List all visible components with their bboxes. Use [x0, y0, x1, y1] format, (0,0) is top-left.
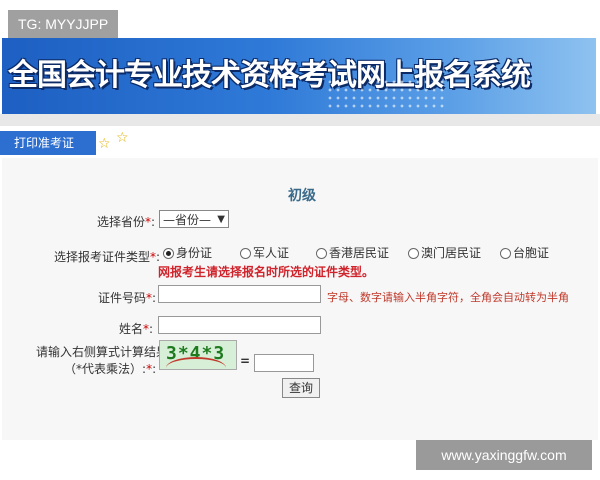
province-select[interactable]: —省份— ▼: [159, 210, 229, 228]
exam-level-title: 初级: [288, 188, 316, 204]
watermark-bottom-right: www.yaxinggfw.com: [416, 440, 592, 470]
name-label: 姓名*:: [119, 322, 154, 336]
province-label: 选择省份*:: [97, 215, 156, 229]
radio-icon: [240, 248, 251, 259]
id-type-warning: 网报考生请选择报名时所选的证件类型。: [158, 265, 375, 279]
star-icon: ☆: [116, 130, 129, 146]
banner-title: 全国会计专业技术资格考试网上报名系统: [8, 58, 531, 93]
radio-icon: [408, 248, 419, 259]
chevron-down-icon: ▼: [217, 214, 225, 225]
banner-divider: [0, 114, 600, 126]
name-input[interactable]: [158, 316, 321, 334]
radio-icon: [500, 248, 511, 259]
id-type-option-hongkong[interactable]: 香港居民证: [316, 244, 389, 261]
province-selected-value: —省份—: [163, 213, 212, 227]
id-number-hint: 字母、数字请输入半角字符，全角会自动转为半角: [327, 291, 569, 304]
captcha-label-note: （*代表乘法）:*:: [64, 362, 157, 376]
id-type-option-taiwan[interactable]: 台胞证: [500, 244, 549, 261]
radio-icon: [316, 248, 327, 259]
query-button[interactable]: 查询: [282, 378, 320, 398]
captcha-label: 请输入右侧算式计算结果: [36, 345, 169, 359]
star-icon: ☆: [98, 136, 111, 152]
banner-decoration: [326, 78, 446, 112]
id-type-label: 选择报考证件类型*:: [54, 250, 161, 264]
id-type-option-id-card[interactable]: 身份证: [163, 244, 212, 261]
site-banner: 全国会计专业技术资格考试网上报名系统: [2, 38, 596, 114]
captcha-equals-sign: =: [240, 354, 251, 368]
id-type-option-military[interactable]: 军人证: [240, 244, 289, 261]
id-number-input[interactable]: [158, 285, 321, 303]
id-number-label: 证件号码*:: [98, 291, 157, 305]
id-type-option-macau[interactable]: 澳门居民证: [408, 244, 481, 261]
tab-print-admission-ticket[interactable]: 打印准考证: [0, 131, 96, 155]
captcha-image[interactable]: 3*4*3: [159, 340, 237, 370]
radio-selected-icon: [163, 248, 174, 259]
captcha-answer-input[interactable]: [254, 354, 314, 372]
watermark-top-left: TG: MYYJJPP: [8, 10, 119, 38]
